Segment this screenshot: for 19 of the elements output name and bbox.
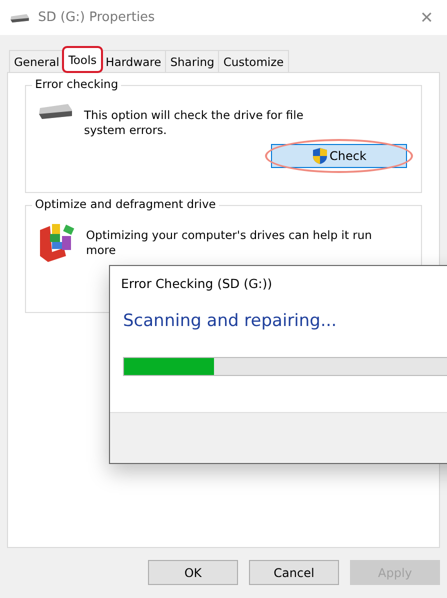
tab[interactable]: General [9,50,64,72]
dialog-button[interactable]: Cancel [249,560,339,585]
status-heading: Scanning and repairing... [122,310,338,331]
dialog-title: Error Checking (SD (G:)) [120,275,274,291]
tab[interactable]: Tools [63,47,102,72]
drive-icon [38,102,74,120]
check-button[interactable]: Check [271,144,407,168]
tab[interactable]: Customize [218,50,289,72]
description: Optimizing your computer's drives can help it run more [86,228,373,258]
close-button[interactable]: ✕ [416,8,437,28]
group-legend: Optimize and defragment drive [32,197,219,211]
window-title: SD (G:) Properties [38,10,155,25]
tab[interactable]: Hardware [100,50,166,72]
defrag-icon [38,222,76,262]
drive-icon [10,12,30,22]
group-legend: Error checking [32,77,122,91]
dialog-button[interactable]: OK [148,560,238,585]
shield-icon [312,147,328,165]
description: This option will check the drive for file system errors. [84,108,304,138]
